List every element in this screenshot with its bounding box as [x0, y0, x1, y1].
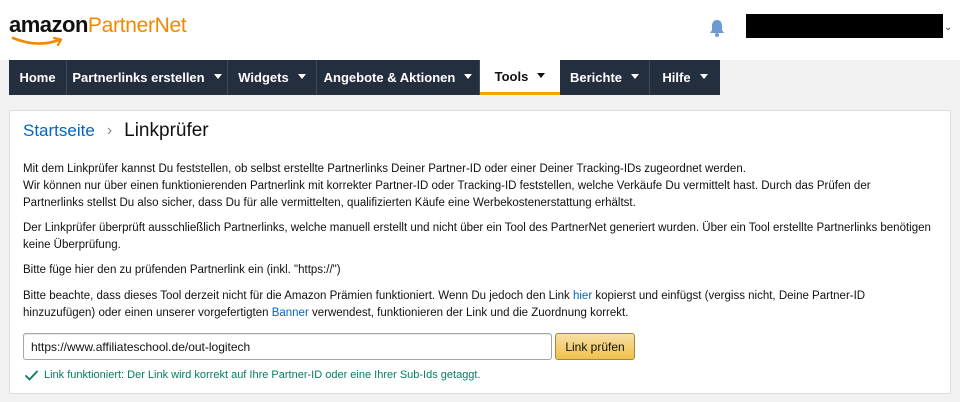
account-chevron-down-icon[interactable]: ⌄: [944, 22, 952, 33]
breadcrumb: Startseite › Linkprüfer: [23, 120, 209, 142]
nav-item-label: Angebote & Aktionen: [323, 70, 456, 85]
nav-item-label: Tools: [494, 68, 529, 84]
account-name-redacted[interactable]: [746, 14, 943, 38]
note-paragraph: Bitte beachte, dass dieses Tool derzeit …: [23, 288, 933, 322]
caret-down-icon: [464, 74, 473, 79]
amazon-smile-icon: [11, 36, 63, 47]
link-checker-panel: Startseite › Linkprüfer Mit dem Linkprüf…: [9, 110, 951, 394]
nav-item-tools[interactable]: Tools: [480, 60, 560, 95]
breadcrumb-home-link[interactable]: Startseite: [23, 121, 95, 141]
logo-partnernet-text: PartnerNet: [87, 14, 187, 37]
nav-item-label: Hilfe: [662, 70, 691, 85]
caret-down-icon: [213, 74, 222, 79]
nav-item-home[interactable]: Home: [9, 60, 67, 95]
banner-link[interactable]: Banner: [272, 307, 309, 319]
checkmark-icon: [25, 370, 38, 380]
intro-paragraph: Mit dem Linkprüfer kannst Du feststellen…: [23, 161, 933, 212]
caret-down-icon: [297, 74, 306, 79]
scope-paragraph: Der Linkprüfer überprüft ausschließlich …: [23, 222, 931, 251]
nav-item-label: Home: [19, 70, 56, 85]
note-text-part-3: verwendest, funktionieren der Link und d…: [308, 307, 629, 319]
nav-item-widgets[interactable]: Widgets: [228, 60, 317, 95]
caret-down-icon: [699, 74, 708, 79]
nav-item-hilfe[interactable]: Hilfe: [650, 60, 720, 95]
caret-down-icon: [537, 72, 546, 78]
nav-item-label: Berichte: [569, 70, 623, 85]
nav-item-label: Widgets: [238, 70, 289, 85]
link-status-message: Link funktioniert: Der Link wird korrekt…: [25, 369, 481, 381]
main-navigation: Home Partnerlinks erstellen Widgets Ange…: [9, 60, 720, 95]
instruction-paragraph: Bitte füge hier den zu prüfenden Partner…: [23, 264, 341, 276]
intro-line-2: Wir können nur über einen funktionierend…: [23, 180, 871, 209]
status-text: Link funktioniert: Der Link wird korrekt…: [44, 369, 481, 381]
nav-item-partnerlinks-erstellen[interactable]: Partnerlinks erstellen: [67, 60, 228, 95]
bell-icon[interactable]: [708, 18, 726, 38]
hier-link[interactable]: hier: [573, 290, 592, 302]
nav-item-label: Partnerlinks erstellen: [72, 70, 205, 85]
partner-link-input[interactable]: [23, 333, 552, 360]
check-link-button[interactable]: Link prüfen: [555, 333, 635, 360]
breadcrumb-separator: ›: [106, 122, 113, 139]
nav-item-angebote-aktionen[interactable]: Angebote & Aktionen: [317, 60, 480, 95]
amazon-partnernet-logo[interactable]: amazonPartnerNet: [9, 12, 187, 47]
top-bar: amazonPartnerNet ⌄: [0, 0, 960, 60]
caret-down-icon: [631, 74, 640, 79]
intro-line-1: Mit dem Linkprüfer kannst Du feststellen…: [23, 163, 746, 175]
logo-amazon-text: amazon: [9, 12, 88, 37]
note-text-part-1: Bitte beachte, dass dieses Tool derzeit …: [23, 290, 573, 302]
nav-item-berichte[interactable]: Berichte: [560, 60, 650, 95]
page-title: Linkprüfer: [124, 120, 209, 141]
